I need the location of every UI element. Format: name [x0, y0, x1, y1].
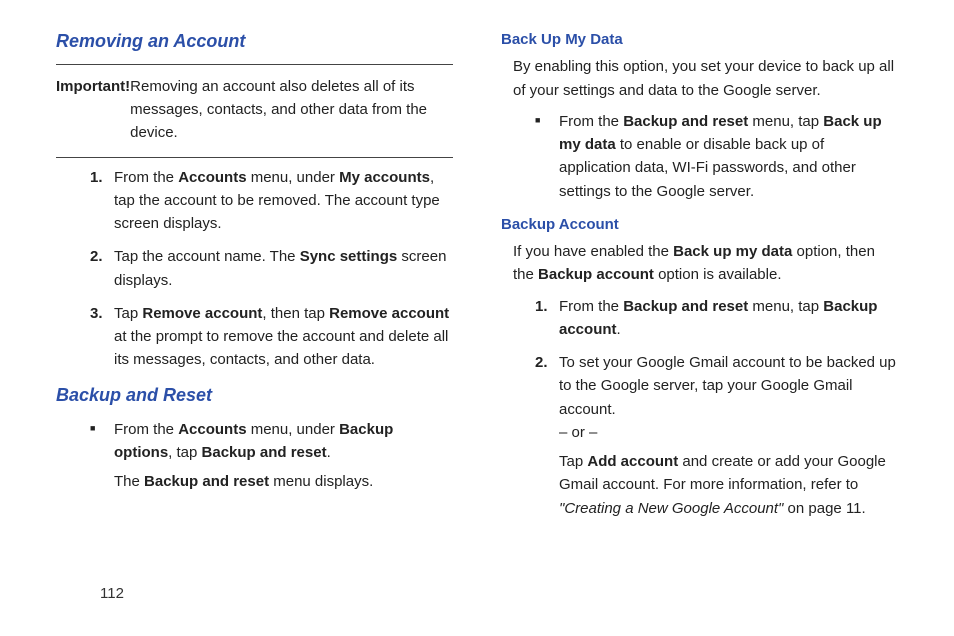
bold: My accounts [339, 169, 430, 186]
text: , then tap [262, 305, 329, 322]
heading-backup-account: Backup Account [501, 213, 898, 236]
bold: Backup and reset [144, 473, 269, 490]
step-2: Tap the account name. The Sync settings … [114, 245, 453, 292]
text: option is available. [654, 266, 782, 283]
text: menu, under [247, 421, 340, 438]
backup-account-steps: From the Backup and reset menu, tap Back… [501, 295, 898, 520]
text: From the [559, 113, 623, 130]
heading-backup-my-data: Back Up My Data [501, 28, 898, 51]
important-text: Removing an account also deletes all of … [130, 75, 453, 145]
important-note: Important! Removing an account also dele… [56, 67, 453, 155]
text: . [327, 444, 331, 461]
backup-reset-bullet: From the Accounts menu, under Backup opt… [56, 418, 453, 494]
bold: Remove account [329, 305, 449, 322]
step-2: To set your Google Gmail account to be b… [559, 351, 898, 520]
bold: Sync settings [300, 248, 398, 265]
backup-account-intro: If you have enabled the Back up my data … [501, 240, 898, 287]
backup-my-data-intro: By enabling this option, you set your de… [501, 55, 898, 102]
text: . [617, 321, 621, 338]
bold: Accounts [178, 421, 246, 438]
bold: Accounts [178, 169, 246, 186]
important-label: Important! [56, 75, 130, 98]
step-2-alt: Tap Add account and create or add your G… [559, 450, 898, 520]
bullet-item: From the Accounts menu, under Backup opt… [114, 418, 453, 494]
text: , tap [168, 444, 201, 461]
heading-backup-reset: Backup and Reset [56, 382, 453, 410]
bold: Remove account [142, 305, 262, 322]
text: on page 11. [783, 500, 865, 517]
left-column: Removing an Account Important! Removing … [56, 24, 453, 530]
text: From the [114, 169, 178, 186]
text: Tap [559, 453, 587, 470]
reference-link: "Creating a New Google Account" [559, 500, 783, 517]
bold: Back up my data [673, 243, 792, 260]
bold: Backup and reset [202, 444, 327, 461]
rule-bottom [56, 157, 453, 158]
bold: Backup and reset [623, 113, 748, 130]
text: From the [559, 298, 623, 315]
rule-top [56, 64, 453, 65]
step-1: From the Backup and reset menu, tap Back… [559, 295, 898, 342]
backup-my-data-bullet: From the Backup and reset menu, tap Back… [501, 110, 898, 203]
bullet-item: From the Backup and reset menu, tap Back… [559, 110, 898, 203]
step-3: Tap Remove account, then tap Remove acco… [114, 302, 453, 372]
page-number: 112 [100, 585, 124, 602]
or-separator: – or – [559, 421, 898, 444]
text: at the prompt to remove the account and … [114, 328, 448, 368]
text: menu, tap [748, 298, 823, 315]
text: To set your Google Gmail account to be b… [559, 351, 898, 421]
text: The [114, 473, 144, 490]
text: menu, tap [748, 113, 823, 130]
removing-steps: From the Accounts menu, under My account… [56, 166, 453, 372]
step-1: From the Accounts menu, under My account… [114, 166, 453, 236]
right-column: Back Up My Data By enabling this option,… [501, 24, 898, 530]
heading-removing-account: Removing an Account [56, 28, 453, 56]
text: Tap the account name. The [114, 248, 300, 265]
bold: Backup and reset [623, 298, 748, 315]
bold: Add account [587, 453, 678, 470]
bold: Backup account [538, 266, 654, 283]
text: menu, under [247, 169, 340, 186]
text: From the [114, 421, 178, 438]
text: If you have enabled the [513, 243, 673, 260]
bullet-line2: The Backup and reset menu displays. [114, 470, 453, 493]
text: Tap [114, 305, 142, 322]
text: menu displays. [269, 473, 373, 490]
